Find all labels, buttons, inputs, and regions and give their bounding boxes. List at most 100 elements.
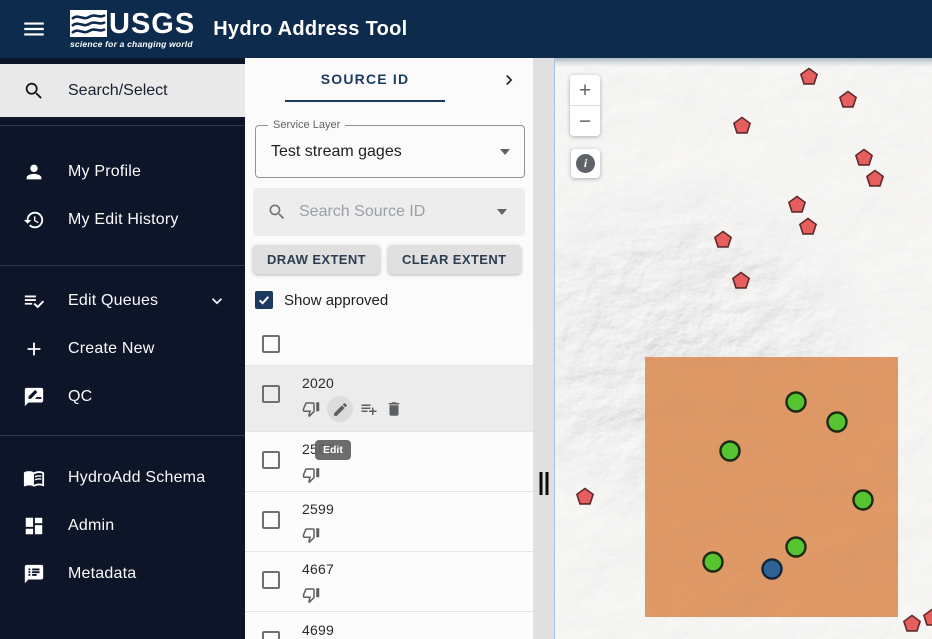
usgs-logo-text: USGS xyxy=(109,7,196,40)
row-checkbox[interactable] xyxy=(262,451,280,469)
tab-label: SOURCE ID xyxy=(320,71,410,87)
map-canvas[interactable] xyxy=(555,58,932,639)
dashboard-icon xyxy=(25,517,43,535)
sidebar-item-label: My Edit History xyxy=(68,211,179,228)
splitter-drag-handle-icon[interactable] xyxy=(539,472,548,495)
map-info-button[interactable]: i xyxy=(571,149,600,178)
service-layer-value: Test stream gages xyxy=(271,142,402,160)
draw-extent-button[interactable]: DRAW EXTENT xyxy=(253,245,381,274)
dropdown-caret-icon xyxy=(497,209,507,215)
source-id-value: 2599 xyxy=(302,501,334,517)
usgs-wave-icon xyxy=(70,9,107,37)
book-icon xyxy=(23,471,45,487)
sidebar-nav: Search/Select My Profile My Edit History… xyxy=(0,58,245,639)
show-approved-checkbox-row[interactable]: Show approved xyxy=(255,291,533,309)
hamburger-menu-icon[interactable] xyxy=(12,7,56,51)
search-source-id-input[interactable] xyxy=(299,203,497,221)
sidebar-item-label: My Profile xyxy=(68,163,142,180)
source-id-value: 4699 xyxy=(302,622,334,638)
green-circle-marker[interactable] xyxy=(719,440,741,462)
thumb-down-icon[interactable] xyxy=(302,526,320,544)
list-item[interactable]: 2020 xyxy=(245,366,533,432)
edit-button[interactable] xyxy=(327,396,353,422)
sidebar-item-label: Create New xyxy=(68,340,155,357)
page-title: Hydro Address Tool xyxy=(213,17,408,40)
edit-tooltip: Edit xyxy=(315,440,351,460)
green-circle-marker[interactable] xyxy=(826,411,848,433)
sidebar-item-label: Search/Select xyxy=(68,81,168,99)
thumb-down-icon[interactable] xyxy=(302,466,320,484)
search-icon xyxy=(25,82,42,99)
source-id-search[interactable] xyxy=(253,188,525,236)
service-layer-select[interactable]: Service Layer Test stream gages xyxy=(255,119,525,178)
sidebar-item-hydroadd-schema[interactable]: HydroAdd Schema xyxy=(0,454,245,502)
row-checkbox[interactable] xyxy=(262,385,280,403)
source-id-list: 2020 2597 xyxy=(245,322,533,639)
map-view[interactable]: + − i xyxy=(554,58,932,639)
delete-icon[interactable] xyxy=(385,400,403,418)
collapse-panel-button[interactable] xyxy=(499,70,521,92)
list-item[interactable]: 4699 xyxy=(245,612,533,639)
info-icon: i xyxy=(576,154,595,173)
usgs-tagline: science for a changing world xyxy=(70,38,193,49)
notes-icon xyxy=(24,564,44,584)
sidebar-item-edit-queues[interactable]: Edit Queues xyxy=(0,277,245,325)
sidebar-item-create-new[interactable]: Create New xyxy=(0,325,245,373)
list-item[interactable]: 4667 xyxy=(245,552,533,612)
sidebar-divider xyxy=(0,125,245,126)
row-checkbox[interactable] xyxy=(262,631,280,639)
show-approved-label: Show approved xyxy=(284,291,389,309)
panel-resize-splitter[interactable] xyxy=(533,58,554,639)
green-circle-marker[interactable] xyxy=(785,536,807,558)
chevron-right-icon xyxy=(506,75,513,85)
history-icon xyxy=(23,211,44,229)
thumb-down-icon[interactable] xyxy=(302,400,320,418)
green-circle-marker[interactable] xyxy=(702,551,724,573)
row-checkbox[interactable] xyxy=(262,511,280,529)
pencil-icon xyxy=(333,402,347,416)
sidebar-divider xyxy=(0,435,245,436)
source-id-panel: SOURCE ID Service Layer Test stream gage… xyxy=(245,58,533,639)
green-circle-marker[interactable] xyxy=(785,391,807,413)
row-checkbox[interactable] xyxy=(262,571,280,589)
sidebar-item-label: Edit Queues xyxy=(68,292,159,309)
sidebar-item-label: QC xyxy=(68,388,93,405)
service-layer-label: Service Layer xyxy=(268,119,346,131)
sidebar-item-metadata[interactable]: Metadata xyxy=(0,550,245,598)
chevron-down-icon[interactable] xyxy=(207,291,227,311)
dropdown-caret-icon xyxy=(500,148,510,155)
person-icon xyxy=(26,164,42,180)
green-circle-marker[interactable] xyxy=(852,489,874,511)
playlist-add-icon[interactable] xyxy=(360,400,378,418)
zoom-out-button[interactable]: − xyxy=(570,106,600,136)
source-id-value: 4667 xyxy=(302,561,334,577)
map-zoom-control: + − xyxy=(570,75,600,136)
playlist-check-icon xyxy=(24,295,45,309)
select-all-checkbox[interactable] xyxy=(262,334,280,353)
sidebar-item-label: Admin xyxy=(68,517,115,534)
checkbox-checked-icon[interactable] xyxy=(255,291,273,309)
list-item[interactable]: 2599 xyxy=(245,492,533,552)
app-header: USGS science for a changing world Hydro … xyxy=(0,0,932,58)
sidebar-item-label: HydroAdd Schema xyxy=(68,469,206,486)
sidebar-item-admin[interactable]: Admin xyxy=(0,502,245,550)
app-window: USGS science for a changing world Hydro … xyxy=(0,0,932,639)
thumb-down-icon[interactable] xyxy=(302,586,320,604)
usgs-logo: USGS science for a changing world xyxy=(70,7,196,49)
sidebar-item-label: Metadata xyxy=(68,565,137,582)
search-icon xyxy=(269,204,285,220)
source-id-value: 2020 xyxy=(302,375,334,391)
sidebar-item-my-profile[interactable]: My Profile xyxy=(0,148,245,196)
sidebar-divider xyxy=(0,265,245,266)
sidebar-item-search-select[interactable]: Search/Select xyxy=(0,64,245,117)
blue-circle-marker[interactable] xyxy=(761,558,783,580)
sidebar-item-qc[interactable]: QC xyxy=(0,373,245,421)
sidebar-item-my-edit-history[interactable]: My Edit History xyxy=(0,196,245,244)
select-all-row xyxy=(245,322,533,366)
plus-icon xyxy=(27,342,41,356)
rate-review-icon xyxy=(24,387,44,407)
tab-source-id[interactable]: SOURCE ID xyxy=(285,58,445,102)
clear-extent-button[interactable]: CLEAR EXTENT xyxy=(388,245,521,274)
list-item[interactable]: 2597 Edit xyxy=(245,432,533,492)
zoom-in-button[interactable]: + xyxy=(570,75,600,105)
